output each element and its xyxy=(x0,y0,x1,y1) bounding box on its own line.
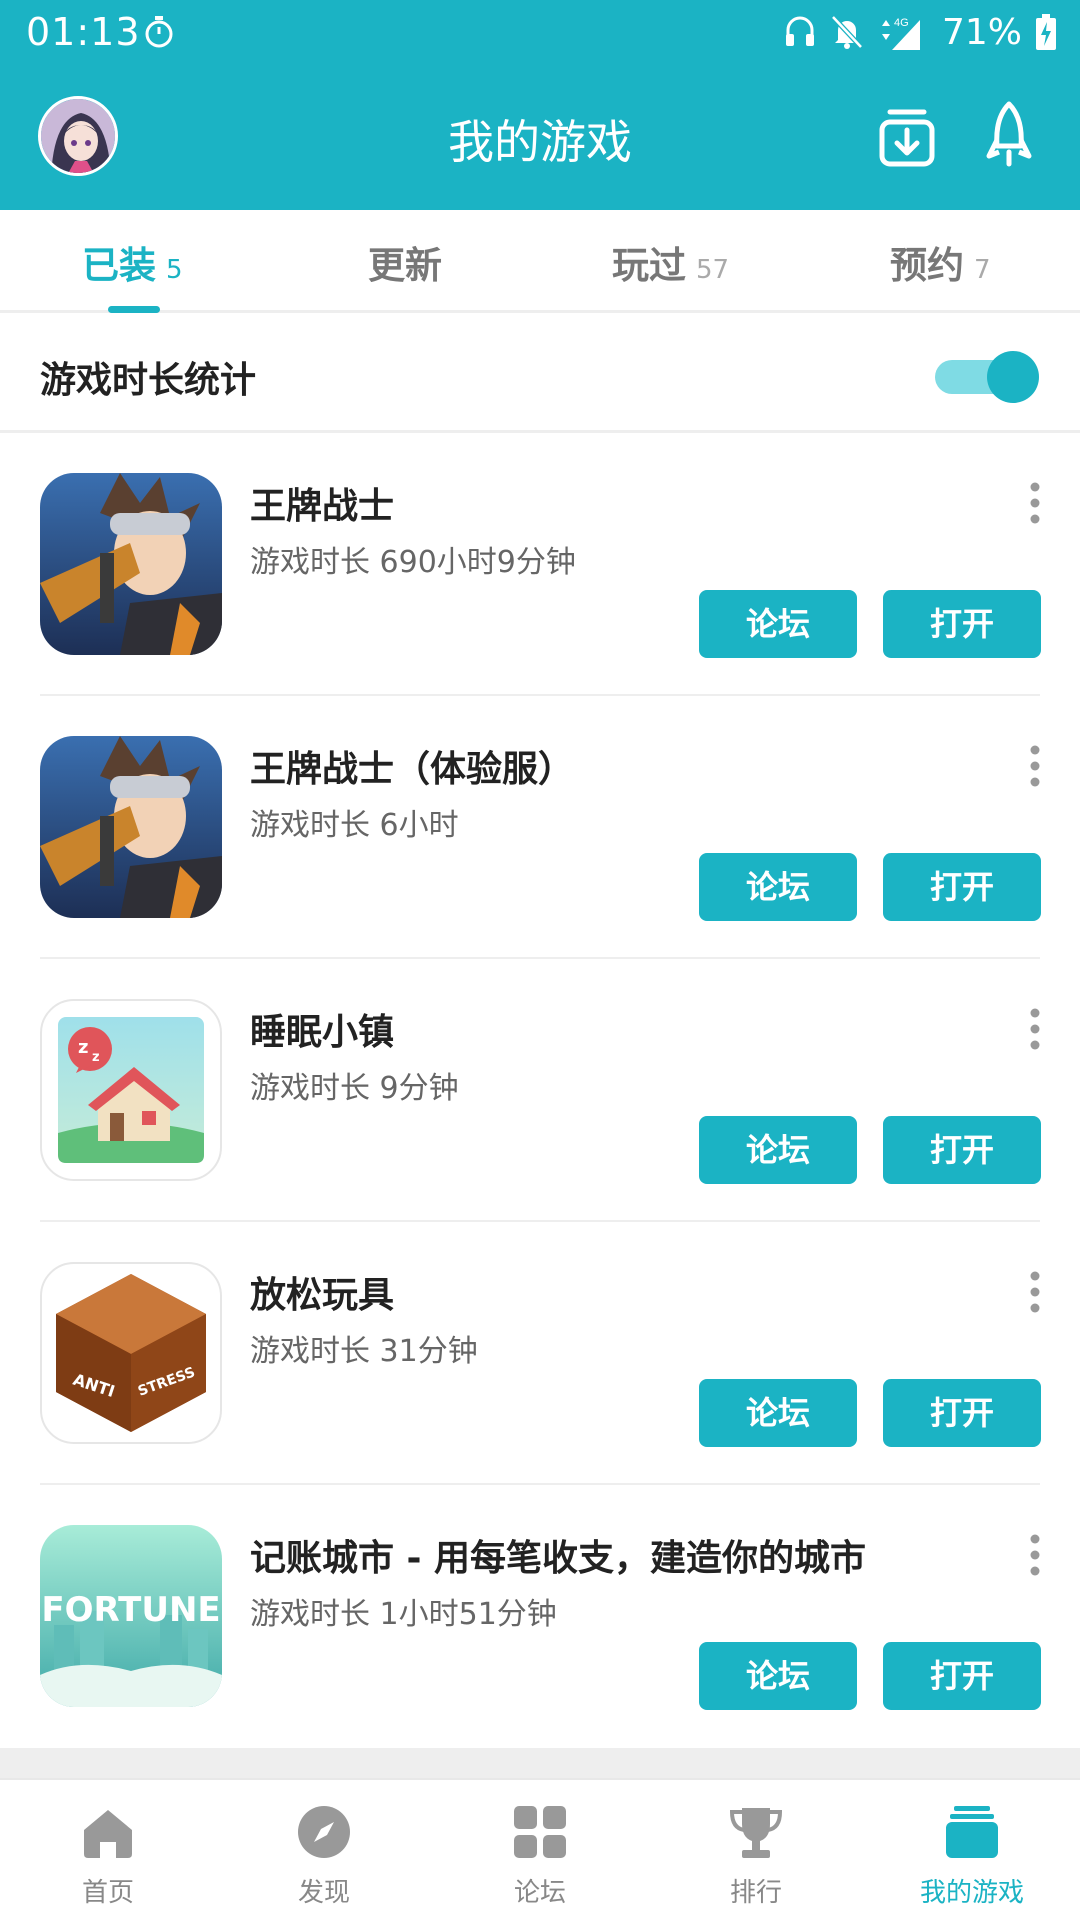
list-item: 王牌战士（体验服） 游戏时长 6小时 论坛 打开 xyxy=(0,696,1080,959)
list-item: 王牌战士 游戏时长 690小时9分钟 论坛 打开 xyxy=(0,433,1080,696)
more-options-icon[interactable] xyxy=(1025,1007,1045,1051)
forum-button[interactable]: 论坛 xyxy=(699,853,857,921)
open-button[interactable]: 打开 xyxy=(883,1642,1041,1710)
open-button[interactable]: 打开 xyxy=(883,1379,1041,1447)
svg-text:z: z xyxy=(92,1050,100,1065)
anti-stress-cube-icon[interactable]: ANTI STRESS xyxy=(40,1262,222,1444)
open-button[interactable]: 打开 xyxy=(883,1116,1041,1184)
tab-bar: 已装 5 更新 玩过 57 预约 7 xyxy=(0,210,1080,313)
app-header: 我的游戏 xyxy=(0,64,1080,210)
svg-text:z: z xyxy=(78,1037,88,1058)
download-manager-icon[interactable] xyxy=(878,104,936,168)
nav-ranking[interactable]: 排行 xyxy=(648,1780,864,1920)
game-playtime: 游戏时长 6小时 xyxy=(250,808,459,843)
my-games-icon xyxy=(946,1806,998,1858)
tab-installed[interactable]: 已装 5 xyxy=(82,235,183,287)
playtime-stats-label: 游戏时长统计 xyxy=(40,360,257,401)
game-name: 睡眠小镇 xyxy=(250,1012,395,1053)
game-name: 王牌战士 xyxy=(250,486,395,527)
compass-icon xyxy=(298,1806,350,1858)
list-item: ANTI STRESS 放松玩具 游戏时长 31分钟 论坛 打开 xyxy=(0,1222,1080,1485)
open-button[interactable]: 打开 xyxy=(883,590,1041,658)
fortune-city-icon[interactable]: FORTUNE xyxy=(40,1525,222,1707)
more-options-icon[interactable] xyxy=(1025,1533,1045,1577)
game-name: 王牌战士（体验服） xyxy=(250,749,575,790)
tab-indicator xyxy=(108,306,160,313)
more-options-icon[interactable] xyxy=(1025,481,1045,525)
trophy-icon xyxy=(729,1808,783,1858)
game-name: 放松玩具 xyxy=(250,1275,395,1316)
playtime-stats-toggle[interactable] xyxy=(935,351,1041,403)
forum-button[interactable]: 论坛 xyxy=(699,1379,857,1447)
game-playtime: 游戏时长 690小时9分钟 xyxy=(250,545,576,580)
signal-icon: 4G xyxy=(881,17,920,50)
svg-text:4G: 4G xyxy=(894,17,909,29)
game-name: 记账城市 - 用每笔收支，建造你的城市 xyxy=(250,1538,867,1579)
playtime-stats-row: 游戏时长统计 xyxy=(0,313,1080,433)
forum-button[interactable]: 论坛 xyxy=(699,1116,857,1184)
tab-played[interactable]: 玩过 57 xyxy=(612,235,729,287)
list-item: FORTUNE 记账城市 - 用每笔收支，建造你的城市 游戏时长 1小时51分钟… xyxy=(0,1485,1080,1748)
nav-discover[interactable]: 发现 xyxy=(216,1780,432,1920)
list-item: z z 睡眠小镇 游戏时长 9分钟 论坛 打开 xyxy=(0,959,1080,1222)
installed-games-list: 王牌战士 游戏时长 690小时9分钟 论坛 打开 王牌战士（体验服） 游戏时长 … xyxy=(0,433,1080,1748)
game-playtime: 游戏时长 31分钟 xyxy=(250,1334,478,1369)
mute-bell-icon xyxy=(831,15,863,49)
game-playtime: 游戏时长 9分钟 xyxy=(250,1071,459,1106)
game-hero-icon[interactable] xyxy=(40,736,222,918)
battery-percent: 71% xyxy=(941,11,1022,53)
game-hero-icon[interactable] xyxy=(40,473,222,655)
nav-forum[interactable]: 论坛 xyxy=(432,1780,648,1920)
headset-icon xyxy=(785,16,814,46)
status-bar: 01:13 4G 71% xyxy=(0,0,1080,64)
bottom-navigation: 首页 发现 论坛 排行 我的游戏 xyxy=(0,1778,1080,1920)
game-playtime: 游戏时长 1小时51分钟 xyxy=(250,1597,557,1632)
timer-icon xyxy=(145,16,173,48)
list-end-spacer xyxy=(0,1748,1080,1778)
forum-button[interactable]: 论坛 xyxy=(699,1642,857,1710)
top-bar: 01:13 4G 71% 我的游戏 xyxy=(0,0,1080,210)
tab-updates[interactable]: 更新 xyxy=(368,235,452,287)
grid-icon xyxy=(514,1806,566,1858)
nav-home[interactable]: 首页 xyxy=(0,1780,216,1920)
svg-text:FORTUNE: FORTUNE xyxy=(41,1590,220,1630)
rocket-icon[interactable] xyxy=(985,100,1033,170)
home-icon xyxy=(84,1810,132,1858)
forum-button[interactable]: 论坛 xyxy=(699,590,857,658)
more-options-icon[interactable] xyxy=(1025,1270,1045,1314)
battery-charging-icon xyxy=(1036,14,1056,50)
tab-reserved[interactable]: 预约 7 xyxy=(890,235,991,287)
open-button[interactable]: 打开 xyxy=(883,853,1041,921)
more-options-icon[interactable] xyxy=(1025,744,1045,788)
nav-my-games[interactable]: 我的游戏 xyxy=(864,1780,1080,1920)
sleep-house-icon[interactable]: z z xyxy=(40,999,222,1181)
status-time: 01:13 xyxy=(26,10,141,54)
